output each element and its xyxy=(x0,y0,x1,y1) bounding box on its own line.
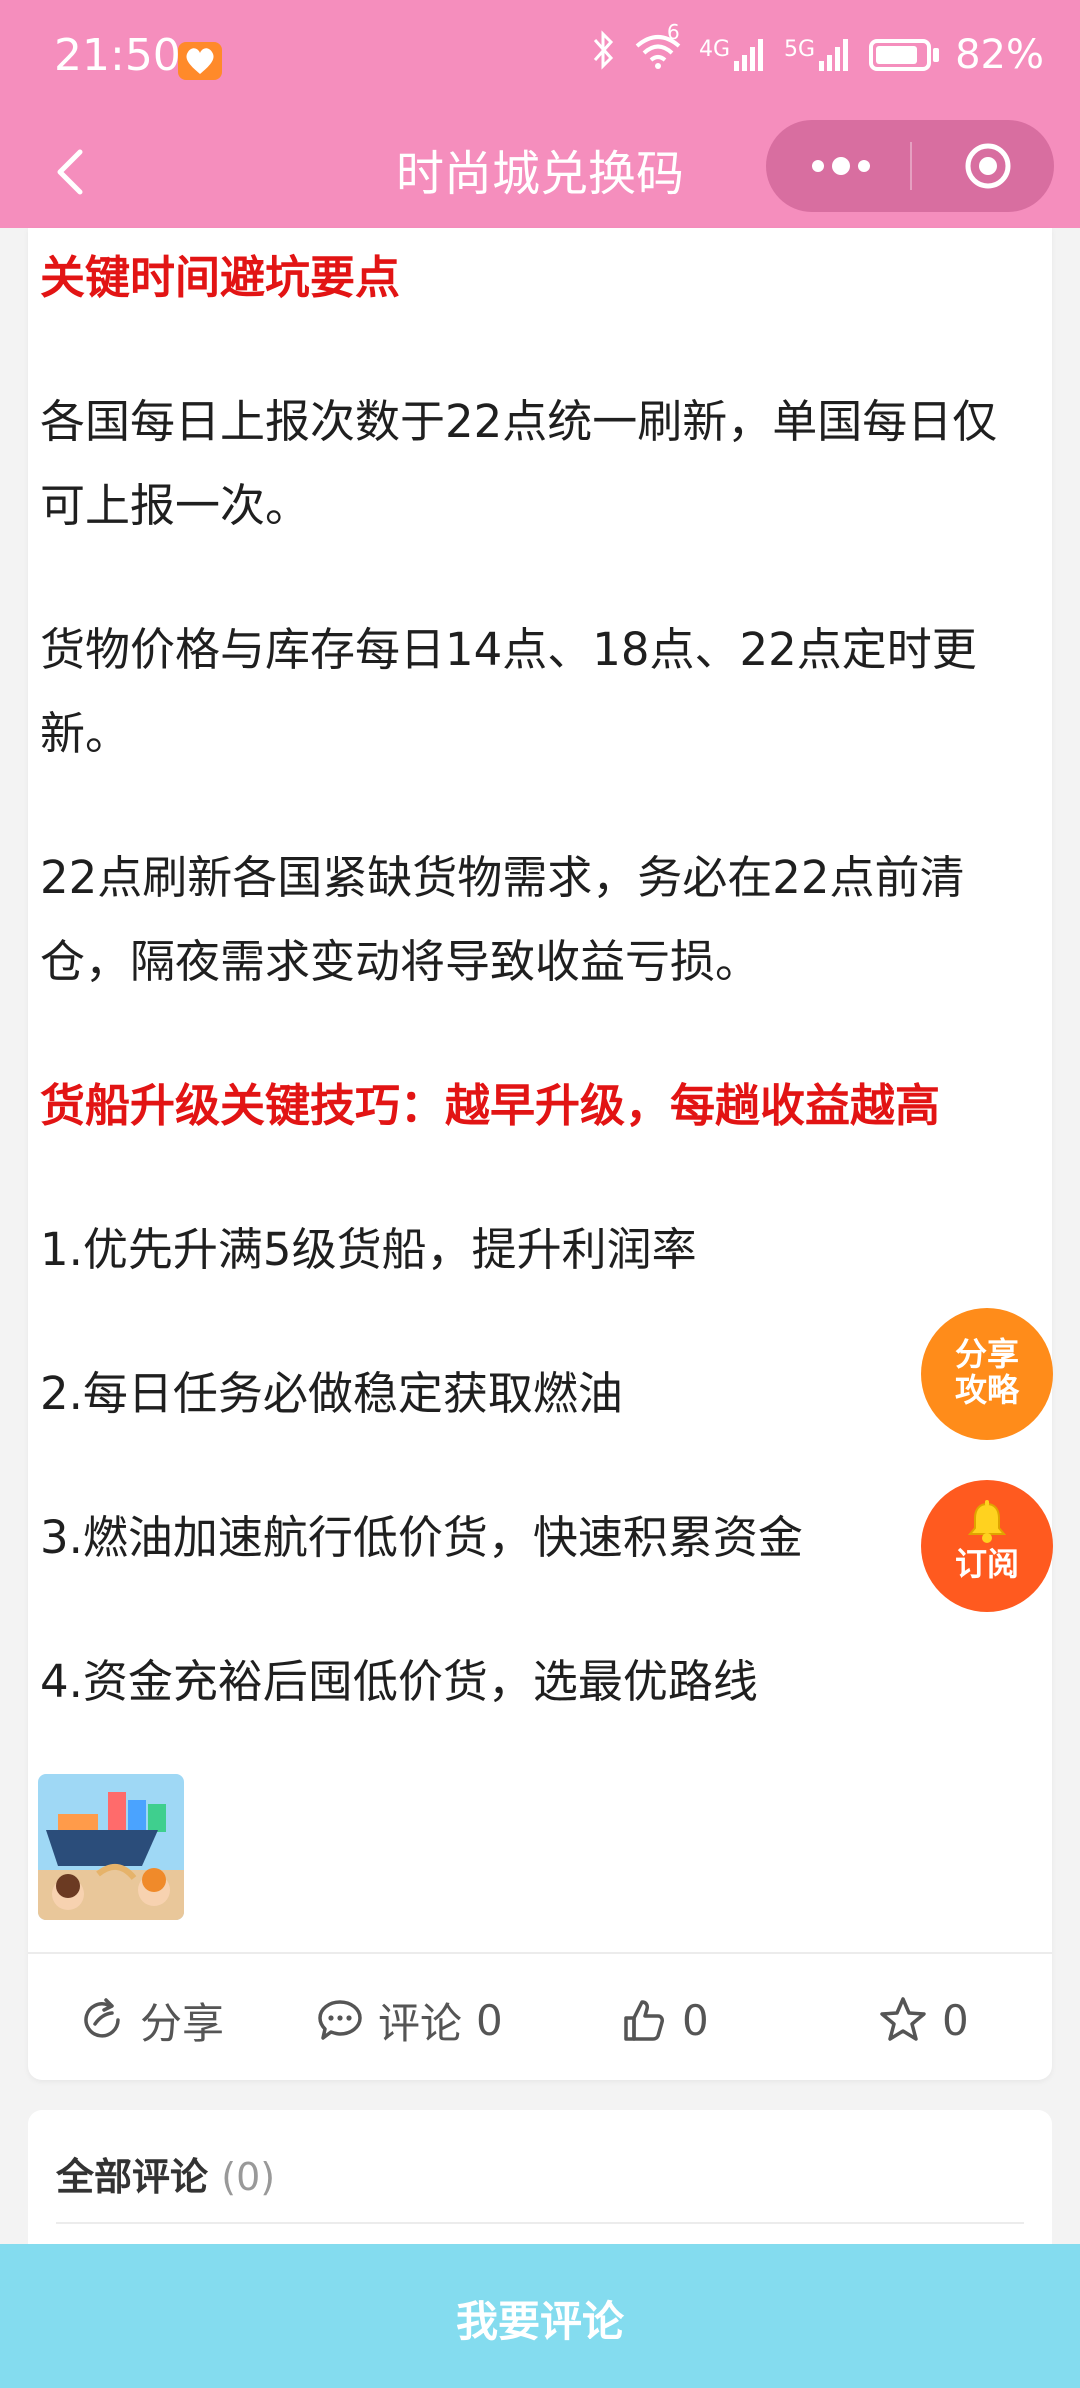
share-guide-floating-button[interactable]: 分享 攻略 xyxy=(921,1308,1053,1440)
star-icon xyxy=(880,1997,926,2041)
like-button[interactable]: 0 xyxy=(620,1990,709,2050)
article-list-item: 3.燃油加速航行低价货，快速积累资金 xyxy=(40,1511,803,1564)
signal-5g-icon: 5G xyxy=(784,37,853,73)
write-comment-button[interactable]: 我要评论 xyxy=(0,2288,1080,2349)
game-thumbnail-image[interactable] xyxy=(38,1774,184,1920)
more-dots-icon[interactable] xyxy=(806,142,876,190)
subscribe-floating-button[interactable]: 订阅 xyxy=(921,1480,1053,1612)
article-list-item: 1.优先升满5级货船，提升利润率 xyxy=(40,1223,697,1276)
comments-heading: 全部评论 (0) xyxy=(56,2146,275,2201)
article-card: 关键时间避坑要点 各国每日上报次数于22点统一刷新，单国每日仅可上报一次。 货物… xyxy=(28,228,1052,2080)
signal-4g-icon: 4G xyxy=(699,37,768,73)
wifi-6-tag: 6 xyxy=(667,20,680,44)
mini-program-capsule xyxy=(766,120,1054,212)
wifi-icon: 6 xyxy=(633,20,683,80)
comment-icon xyxy=(318,2000,362,2040)
capsule-divider xyxy=(910,142,912,190)
share-guide-line1: 分享 xyxy=(954,1335,1019,1373)
like-count: 0 xyxy=(682,1995,709,2045)
article-list-item: 4.资金充裕后囤低价货，选最优路线 xyxy=(40,1655,758,1708)
article-paragraph: 22点刷新各国紧缺货物需求，务必在22点前清仓，隔夜需求变动将导致收益亏损。 xyxy=(40,851,965,988)
navigation-bar: 时尚城兑换码 xyxy=(0,120,1080,228)
section-heading: 关键时间避坑要点 xyxy=(40,251,401,304)
comments-count: (0) xyxy=(221,2155,276,2199)
comment-count: 0 xyxy=(476,1995,503,2045)
battery-icon xyxy=(869,39,940,71)
comments-title: 全部评论 xyxy=(56,2155,209,2199)
battery-percent: 82% xyxy=(955,32,1044,78)
share-label: 分享 xyxy=(140,1998,225,2048)
bell-icon xyxy=(921,1498,1053,1546)
share-guide-line2: 攻略 xyxy=(954,1371,1019,1409)
subscribe-label: 订阅 xyxy=(954,1545,1019,1583)
article-action-bar: 分享 评论 0 0 0 xyxy=(28,1952,1052,2080)
thumbs-up-icon xyxy=(624,2000,664,2041)
status-bar: 21:50 6 4G 5G 82% xyxy=(0,0,1080,120)
target-icon[interactable] xyxy=(964,142,1012,190)
article-list-item: 2.每日任务必做稳定获取燃油 xyxy=(40,1367,623,1420)
status-time: 21:50 xyxy=(54,30,181,81)
article-paragraph: 货物价格与库存每日14点、18点、22点定时更新。 xyxy=(40,623,977,760)
app-notification-icon xyxy=(178,42,222,80)
comment-button[interactable]: 评论 0 xyxy=(316,1990,503,2050)
favorite-count: 0 xyxy=(942,1995,969,2045)
share-button[interactable]: 分享 xyxy=(78,1990,224,2050)
bluetooth-icon xyxy=(591,30,617,80)
section-heading: 货船升级关键技巧：越早升级，每趟收益越高 xyxy=(40,1079,941,1132)
comments-divider xyxy=(56,2222,1024,2224)
favorite-button[interactable]: 0 xyxy=(878,1990,969,2050)
article-paragraph: 各国每日上报次数于22点统一刷新，单国每日仅可上报一次。 xyxy=(40,395,998,532)
comment-label: 评论 xyxy=(378,1998,463,2048)
system-icons: 6 4G 5G 82% xyxy=(591,20,1044,80)
top-bar: 21:50 6 4G 5G 82% 时尚城兑换码 xyxy=(0,0,1080,228)
bottom-comment-bar[interactable]: 我要评论 xyxy=(0,2244,1080,2388)
share-icon xyxy=(84,1998,120,2038)
